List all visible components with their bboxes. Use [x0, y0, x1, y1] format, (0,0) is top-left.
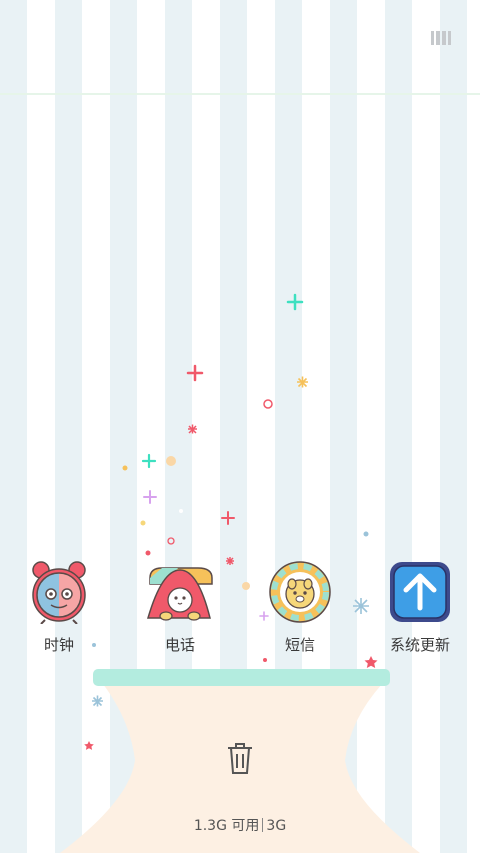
app-label: 电话 [164, 636, 195, 654]
system-update-icon [388, 560, 452, 624]
app-messages[interactable]: 短信 [245, 560, 355, 655]
app-label: 短信 [284, 636, 315, 654]
app-label: 时钟 [43, 636, 74, 654]
trash-icon[interactable] [224, 740, 256, 776]
app-clock[interactable]: 时钟 [4, 560, 114, 655]
memory-separator [262, 818, 264, 832]
phone-icon [142, 560, 218, 624]
memory-status: 1.3G 可用 3G [0, 815, 480, 835]
message-icon [268, 560, 332, 624]
memory-available: 1.3G 可用 [193, 818, 260, 834]
alarm-clock-icon [27, 560, 91, 625]
memory-total: 3G [266, 818, 287, 834]
app-phone[interactable]: 电话 [125, 560, 235, 655]
app-system-update[interactable]: 系统更新 [365, 560, 475, 655]
app-label: 系统更新 [389, 636, 450, 654]
cleaner-rim [93, 669, 390, 686]
